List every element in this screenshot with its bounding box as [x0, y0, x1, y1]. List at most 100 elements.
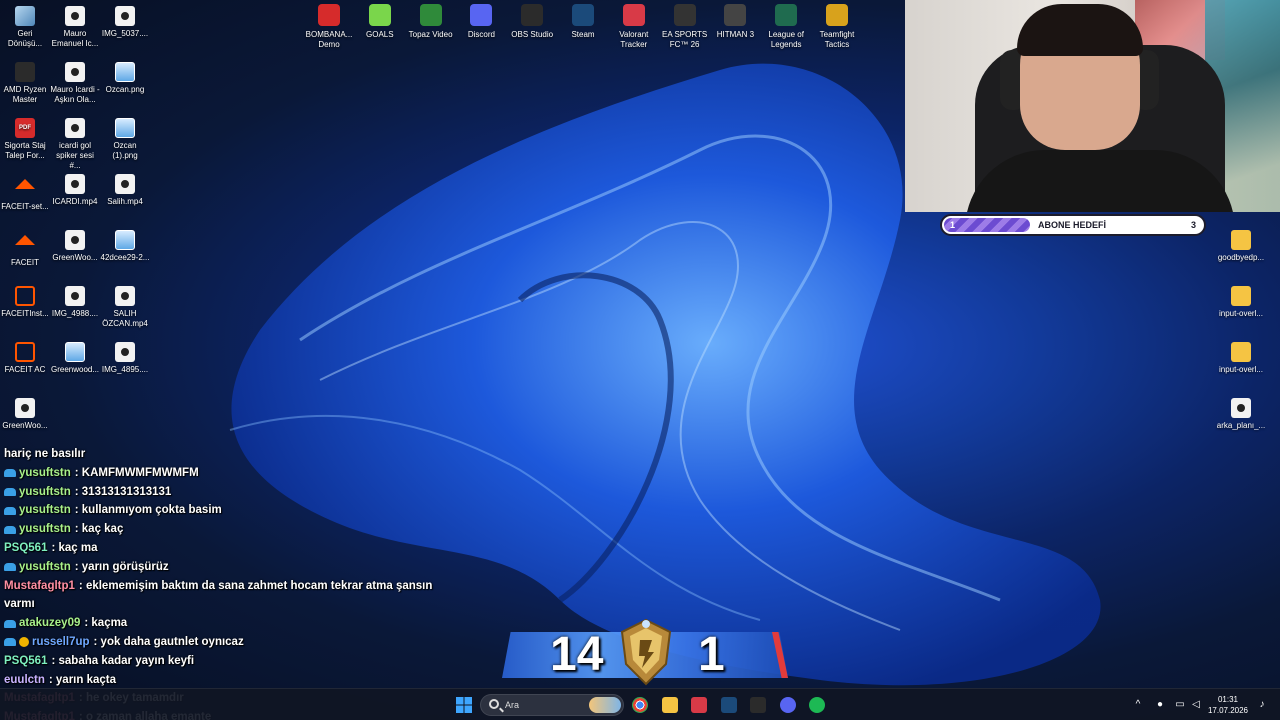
- video-file-icon: [15, 398, 35, 418]
- subscriber-badge-icon: [4, 525, 16, 534]
- video-file-icon: [115, 286, 135, 306]
- desktop-icon[interactable]: IMG_4988....: [50, 286, 100, 319]
- discord-taskbar-icon[interactable]: [779, 697, 796, 713]
- chat-message: yusuftstn: kullanmıyom çokta basim: [4, 501, 564, 520]
- faceit-icon: [15, 179, 35, 199]
- valorant-taskbar-icon[interactable]: [691, 697, 707, 713]
- desktop-icon-label: input-overl...: [1218, 309, 1264, 318]
- app-shortcut-label: GOALS: [366, 30, 394, 39]
- chat-text: : kaç kaç: [74, 523, 124, 536]
- desktop-icon[interactable]: Mauro Icardi - Aşkın Ola...: [50, 62, 100, 105]
- app-shortcut-label: EA SPORTS FC™ 26: [661, 30, 708, 49]
- app-shortcut[interactable]: GOALS: [355, 4, 405, 40]
- app-shortcut[interactable]: EA SPORTS FC™ 26: [660, 4, 710, 50]
- desktop-icon[interactable]: goodbyedp...: [1216, 230, 1266, 263]
- subscriber-badge-icon: [4, 469, 16, 478]
- folder-icon: [1231, 342, 1251, 362]
- windows-start-icon[interactable]: [452, 693, 476, 717]
- desktop-icon[interactable]: FACEIT-set...: [0, 174, 50, 212]
- taskbar-clock[interactable]: 01:31 17.07.2026: [1206, 694, 1250, 716]
- chat-username: yusuftstn: [19, 485, 71, 498]
- desktop-icon-label: icardi gol spiker sesi #...: [56, 141, 94, 170]
- network-icon[interactable]: ▭: [1174, 699, 1186, 711]
- topaz-icon: [419, 4, 442, 26]
- search-input[interactable]: [505, 698, 585, 712]
- volume-icon[interactable]: ◁: [1190, 699, 1202, 711]
- app-shortcut[interactable]: Steam: [558, 4, 608, 40]
- video-file-icon: [65, 230, 85, 250]
- notification-bell-icon[interactable]: ♪: [1256, 699, 1268, 711]
- desktop-icon[interactable]: ICARDI.mp4: [50, 174, 100, 207]
- desktop-icon[interactable]: input-overl...: [1216, 286, 1266, 319]
- desktop-icon-label: arka_planı_...: [1216, 421, 1266, 430]
- valorant-icon: [622, 4, 645, 26]
- app-shortcut[interactable]: Discord: [456, 4, 506, 40]
- file-explorer-icon[interactable]: [661, 697, 678, 713]
- chat-username: yusuftstn: [19, 560, 71, 573]
- desktop-icon[interactable]: PDF Sigorta Staj Talep For...: [0, 118, 50, 161]
- desktop-icon[interactable]: GreenWoo...: [50, 230, 100, 263]
- app-shortcut[interactable]: Topaz Video: [406, 4, 456, 40]
- desktop-icon-label: Sigorta Staj Talep For...: [4, 141, 46, 160]
- pdf-file-icon: PDF: [15, 118, 35, 138]
- desktop-icon[interactable]: Salih.mp4: [100, 174, 150, 207]
- shield-icon: [15, 286, 35, 306]
- desktop-icon-label: Greenwood...: [50, 365, 100, 374]
- desktop-icon[interactable]: FACEITInst...: [0, 286, 50, 319]
- spotify-icon[interactable]: [809, 697, 825, 713]
- chevron-up-icon[interactable]: ^: [1132, 699, 1144, 711]
- desktop-icon[interactable]: Ozcan.png: [100, 62, 150, 95]
- app-shortcut-label: Teamfight Tactics: [819, 30, 855, 49]
- chat-text: : KAMFMWMFMWMFM: [74, 466, 199, 479]
- rank-emblem-icon: [620, 618, 672, 686]
- subscriber-badge-icon: [4, 619, 16, 628]
- desktop-icon[interactable]: input-overl...: [1216, 342, 1266, 375]
- desktop-icon-label: goodbyedp...: [1217, 253, 1265, 262]
- chat-text: : eklememişim baktım da sana zahmet hoca…: [78, 579, 433, 592]
- desktop-icon[interactable]: GreenWoo...: [0, 398, 50, 431]
- subscriber-badge-icon: [4, 506, 16, 515]
- app-shortcut-label: OBS Studio: [511, 30, 554, 39]
- desktop-icon[interactable]: Ozcan (1).png: [100, 118, 150, 161]
- app-shortcut[interactable]: OBS Studio: [507, 4, 557, 40]
- desktop-icon-label: GreenWoo...: [2, 421, 48, 430]
- desktop-icon-label: Ozcan (1).png: [112, 141, 138, 160]
- microphone-icon[interactable]: ●: [1154, 699, 1166, 711]
- ea-fc-icon: [673, 4, 696, 26]
- desktop-icon-label: IMG_4895....: [101, 365, 149, 374]
- desktop-icon[interactable]: FACEIT AC: [0, 342, 50, 375]
- desktop-icon[interactable]: FACEIT: [0, 230, 50, 268]
- desktop-icon-label: SALIH ÖZCAN.mp4: [102, 309, 148, 328]
- desktop-icon[interactable]: icardi gol spiker sesi #...: [50, 118, 100, 171]
- desktop-icon[interactable]: IMG_4895....: [100, 342, 150, 375]
- app-shortcut[interactable]: League of Legends: [761, 4, 811, 50]
- amd-icon: [15, 62, 35, 82]
- chat-username: PSQ561: [4, 541, 48, 554]
- image-file-icon: [115, 230, 135, 250]
- desktop-icon[interactable]: Geri Dönüşü...: [0, 6, 50, 49]
- app-shortcut-label: Valorant Tracker: [619, 30, 649, 49]
- steam-taskbar-icon[interactable]: [720, 697, 737, 713]
- app-shortcut[interactable]: BOMBANA... Demo: [304, 4, 354, 50]
- clock-time: 01:31: [1217, 695, 1239, 704]
- desktop-icon-label: input-overl...: [1218, 365, 1264, 374]
- chat-message: atakuzey09: kaçma: [4, 614, 564, 633]
- desktop-icon[interactable]: Greenwood...: [50, 342, 100, 375]
- desktop-icon[interactable]: AMD Ryzen Master: [0, 62, 50, 105]
- taskbar-search[interactable]: [480, 694, 624, 716]
- app-shortcut[interactable]: HITMAN 3: [710, 4, 760, 40]
- desktop-icon[interactable]: arka_planı_...: [1216, 398, 1266, 431]
- obs-taskbar-icon[interactable]: [750, 697, 766, 713]
- chat-username: yusuftstn: [19, 466, 71, 479]
- desktop-icon[interactable]: Mauro Emanuel Ic...: [50, 6, 100, 49]
- goals-icon: [368, 4, 391, 26]
- desktop-icon-label: ICARDI.mp4: [52, 197, 98, 206]
- desktop-icon[interactable]: 42dcee29-2...: [100, 230, 150, 263]
- chrome-icon[interactable]: [632, 697, 648, 713]
- match-scoreboard: 14 1: [502, 618, 788, 686]
- app-shortcut[interactable]: Valorant Tracker: [609, 4, 659, 50]
- desktop-icon[interactable]: IMG_5037....: [100, 6, 150, 39]
- app-shortcut[interactable]: Teamfight Tactics: [812, 4, 862, 50]
- app-shortcut-label: Discord: [467, 30, 495, 39]
- desktop-icon[interactable]: SALIH ÖZCAN.mp4: [100, 286, 150, 329]
